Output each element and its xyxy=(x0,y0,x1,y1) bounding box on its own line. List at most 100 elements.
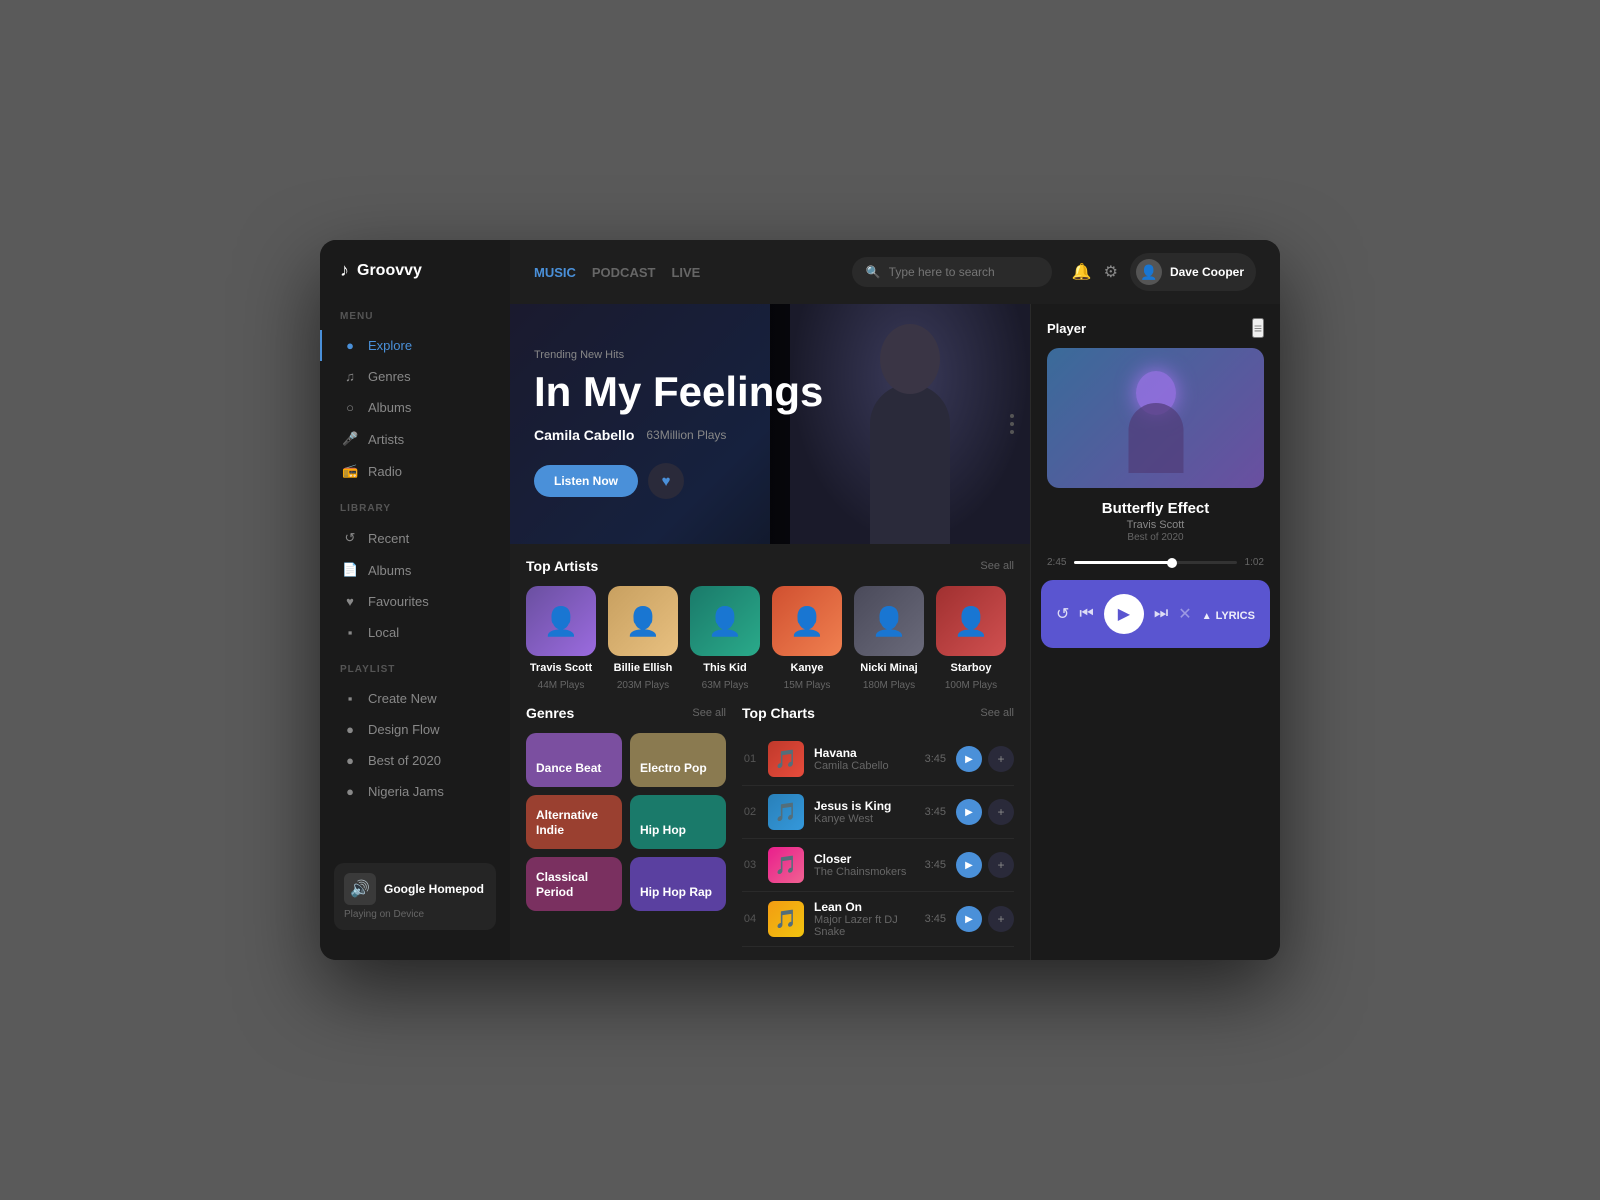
chart-actions-3: ▶ + xyxy=(956,906,1014,932)
artist-card-4[interactable]: 👤 Nicki Minaj 180M Plays xyxy=(854,586,924,691)
artists-label: Artists xyxy=(368,432,404,447)
explore-icon: ● xyxy=(342,338,358,353)
top-artists-see-all[interactable]: See all xyxy=(980,560,1014,572)
chart-thumb-2: 🎵 xyxy=(768,847,804,883)
sidebar-item-artists[interactable]: 🎤 Artists xyxy=(320,423,510,455)
sidebar-item-recent[interactable]: ↺ Recent xyxy=(320,522,510,554)
artist-plays-2: 63M Plays xyxy=(702,680,749,691)
artist-plays-5: 100M Plays xyxy=(945,680,997,691)
genre-dance-beat[interactable]: Dance Beat xyxy=(526,733,622,787)
chart-play-btn-0[interactable]: ▶ xyxy=(956,746,982,772)
chart-list: 01 🎵 Havana Camila Cabello 3:45 ▶ + xyxy=(742,733,1014,947)
logo-icon: ♪ xyxy=(340,260,349,281)
favourites-label: Favourites xyxy=(368,594,429,609)
sidebar-item-local[interactable]: ▪ Local xyxy=(320,617,510,648)
create-new-icon: ▪ xyxy=(342,691,358,706)
genre-name-5: Hip Hop Rap xyxy=(640,885,712,899)
chart-play-btn-1[interactable]: ▶ xyxy=(956,799,982,825)
prev-button[interactable]: ⏮ xyxy=(1079,605,1093,623)
albums-label: Albums xyxy=(368,400,411,415)
chart-duration-0: 3:45 xyxy=(925,753,946,765)
genres-title: Genres xyxy=(526,705,574,721)
repeat-button[interactable]: ↺ xyxy=(1056,604,1069,624)
nav-tabs: MUSIC PODCAST LIVE xyxy=(534,261,700,284)
progress-bar[interactable] xyxy=(1074,561,1236,564)
sidebar-item-explore[interactable]: ● Explore xyxy=(320,330,510,361)
local-icon: ▪ xyxy=(342,625,358,640)
chart-info-0: Havana Camila Cabello xyxy=(814,746,915,772)
hero-actions: Listen Now ♥ xyxy=(534,463,823,499)
chart-add-btn-0[interactable]: + xyxy=(988,746,1014,772)
artists-grid: 👤 Travis Scott 44M Plays 👤 Billie Ellish… xyxy=(526,586,1014,691)
favourite-button[interactable]: ♥ xyxy=(648,463,684,499)
chart-add-btn-3[interactable]: + xyxy=(988,906,1014,932)
charts-see-all[interactable]: See all xyxy=(980,707,1014,719)
chart-add-btn-1[interactable]: + xyxy=(988,799,1014,825)
notification-button[interactable]: 🔔 xyxy=(1072,262,1092,282)
artist-img-2: 👤 xyxy=(690,586,760,656)
genres-grid: Dance Beat Electro Pop Alternative Indie… xyxy=(526,733,726,911)
player-header: Player ≡ xyxy=(1031,304,1280,348)
genre-hiphop-rap[interactable]: Hip Hop Rap xyxy=(630,857,726,911)
listen-now-button[interactable]: Listen Now xyxy=(534,465,638,497)
genre-electro-pop[interactable]: Electro Pop xyxy=(630,733,726,787)
recent-label: Recent xyxy=(368,531,409,546)
radio-label: Radio xyxy=(368,464,402,479)
chart-actions-0: ▶ + xyxy=(956,746,1014,772)
genres-see-all[interactable]: See all xyxy=(692,707,726,719)
queue-button[interactable]: ≡ xyxy=(1252,318,1264,338)
search-input[interactable] xyxy=(889,265,1038,279)
artist-name-2: This Kid xyxy=(703,662,746,674)
search-bar[interactable]: 🔍 xyxy=(852,257,1052,287)
genre-hip-hop[interactable]: Hip Hop xyxy=(630,795,726,849)
genre-classical[interactable]: Classical Period xyxy=(526,857,622,911)
genre-alt-indie[interactable]: Alternative Indie xyxy=(526,795,622,849)
chart-artist-3: Major Lazer ft DJ Snake xyxy=(814,914,915,938)
hero-dot-3 xyxy=(1010,430,1014,434)
artist-img-0: 👤 xyxy=(526,586,596,656)
sidebar-item-albums[interactable]: ○ Albums xyxy=(320,392,510,423)
chart-play-btn-3[interactable]: ▶ xyxy=(956,906,982,932)
chart-duration-1: 3:45 xyxy=(925,806,946,818)
chart-item-2: 03 🎵 Closer The Chainsmokers 3:45 ▶ + xyxy=(742,839,1014,892)
artist-card-2[interactable]: 👤 This Kid 63M Plays xyxy=(690,586,760,691)
progress-handle[interactable] xyxy=(1167,558,1177,568)
artist-card-0[interactable]: 👤 Travis Scott 44M Plays xyxy=(526,586,596,691)
artist-card-1[interactable]: 👤 Billie Ellish 203M Plays xyxy=(608,586,678,691)
sidebar-item-best-of-2020[interactable]: ● Best of 2020 xyxy=(320,745,510,776)
user-button[interactable]: 👤 Dave Cooper xyxy=(1130,253,1256,291)
play-button[interactable]: ▶ xyxy=(1104,594,1144,634)
chart-title-3: Lean On xyxy=(814,900,915,914)
sidebar-item-design-flow[interactable]: ● Design Flow xyxy=(320,714,510,745)
close-button[interactable]: ✕ xyxy=(1178,604,1191,624)
chart-thumb-1: 🎵 xyxy=(768,794,804,830)
artist-card-5[interactable]: 👤 Starboy 100M Plays xyxy=(936,586,1006,691)
tab-podcast[interactable]: PODCAST xyxy=(592,261,656,284)
sidebar-item-favourites[interactable]: ♥ Favourites xyxy=(320,586,510,617)
chart-play-btn-2[interactable]: ▶ xyxy=(956,852,982,878)
device-section: 🔊 Google Homepod Playing on Device xyxy=(320,853,510,940)
tab-live[interactable]: LIVE xyxy=(671,261,700,284)
artist-name-4: Nicki Minaj xyxy=(860,662,917,674)
hero-plays: 63Million Plays xyxy=(646,428,726,442)
artist-card-3[interactable]: 👤 Kanye 15M Plays xyxy=(772,586,842,691)
sidebar-item-nigeria-jams[interactable]: ● Nigeria Jams xyxy=(320,776,510,807)
next-button[interactable]: ⏭ xyxy=(1154,605,1168,623)
player-artwork xyxy=(1047,348,1264,488)
artist-plays-0: 44M Plays xyxy=(538,680,585,691)
player-song-info: Butterfly Effect Travis Scott Best of 20… xyxy=(1031,488,1280,547)
player-song-title: Butterfly Effect xyxy=(1047,500,1264,517)
charts-section: Top Charts See all 01 🎵 Havana Camila Ca… xyxy=(742,691,1014,947)
settings-button[interactable]: ⚙ xyxy=(1104,262,1118,282)
lyrics-button[interactable]: ▲ LYRICS xyxy=(1202,606,1255,622)
chart-add-btn-2[interactable]: + xyxy=(988,852,1014,878)
sidebar-item-create-new[interactable]: ▪ Create New xyxy=(320,683,510,714)
tab-music[interactable]: MUSIC xyxy=(534,261,576,284)
device-card[interactable]: 🔊 Google Homepod Playing on Device xyxy=(334,863,496,930)
artist-img-5: 👤 xyxy=(936,586,1006,656)
user-name: Dave Cooper xyxy=(1170,265,1244,279)
sidebar-item-genres[interactable]: ♫ Genres xyxy=(320,361,510,392)
sidebar-item-lib-albums[interactable]: 📄 Albums xyxy=(320,554,510,586)
library-label: LIBRARY xyxy=(320,503,510,514)
sidebar-item-radio[interactable]: 📻 Radio xyxy=(320,455,510,487)
